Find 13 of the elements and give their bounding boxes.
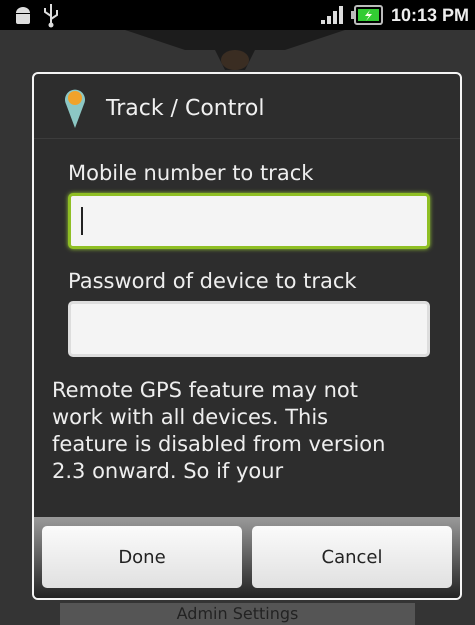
input-field[interactable] (68, 193, 430, 249)
field-label: Mobile number to track (68, 161, 314, 185)
cancel-button[interactable]: Cancel (252, 526, 452, 588)
usb-icon (42, 2, 60, 28)
map-pin-icon (64, 88, 86, 128)
message-text: Remote GPS feature may not work with all devices. This feature is disabled from version 2.3 onward. So if your (52, 377, 386, 485)
clock-time: 10:13 PM (390, 4, 469, 26)
signal-icon (320, 6, 343, 24)
input-field[interactable] (68, 301, 430, 357)
done-button[interactable]: Done (42, 526, 242, 588)
field-label: Password of device to track (68, 269, 358, 293)
dialog-title: Track / Control (106, 96, 264, 120)
battery-icon (350, 5, 383, 25)
